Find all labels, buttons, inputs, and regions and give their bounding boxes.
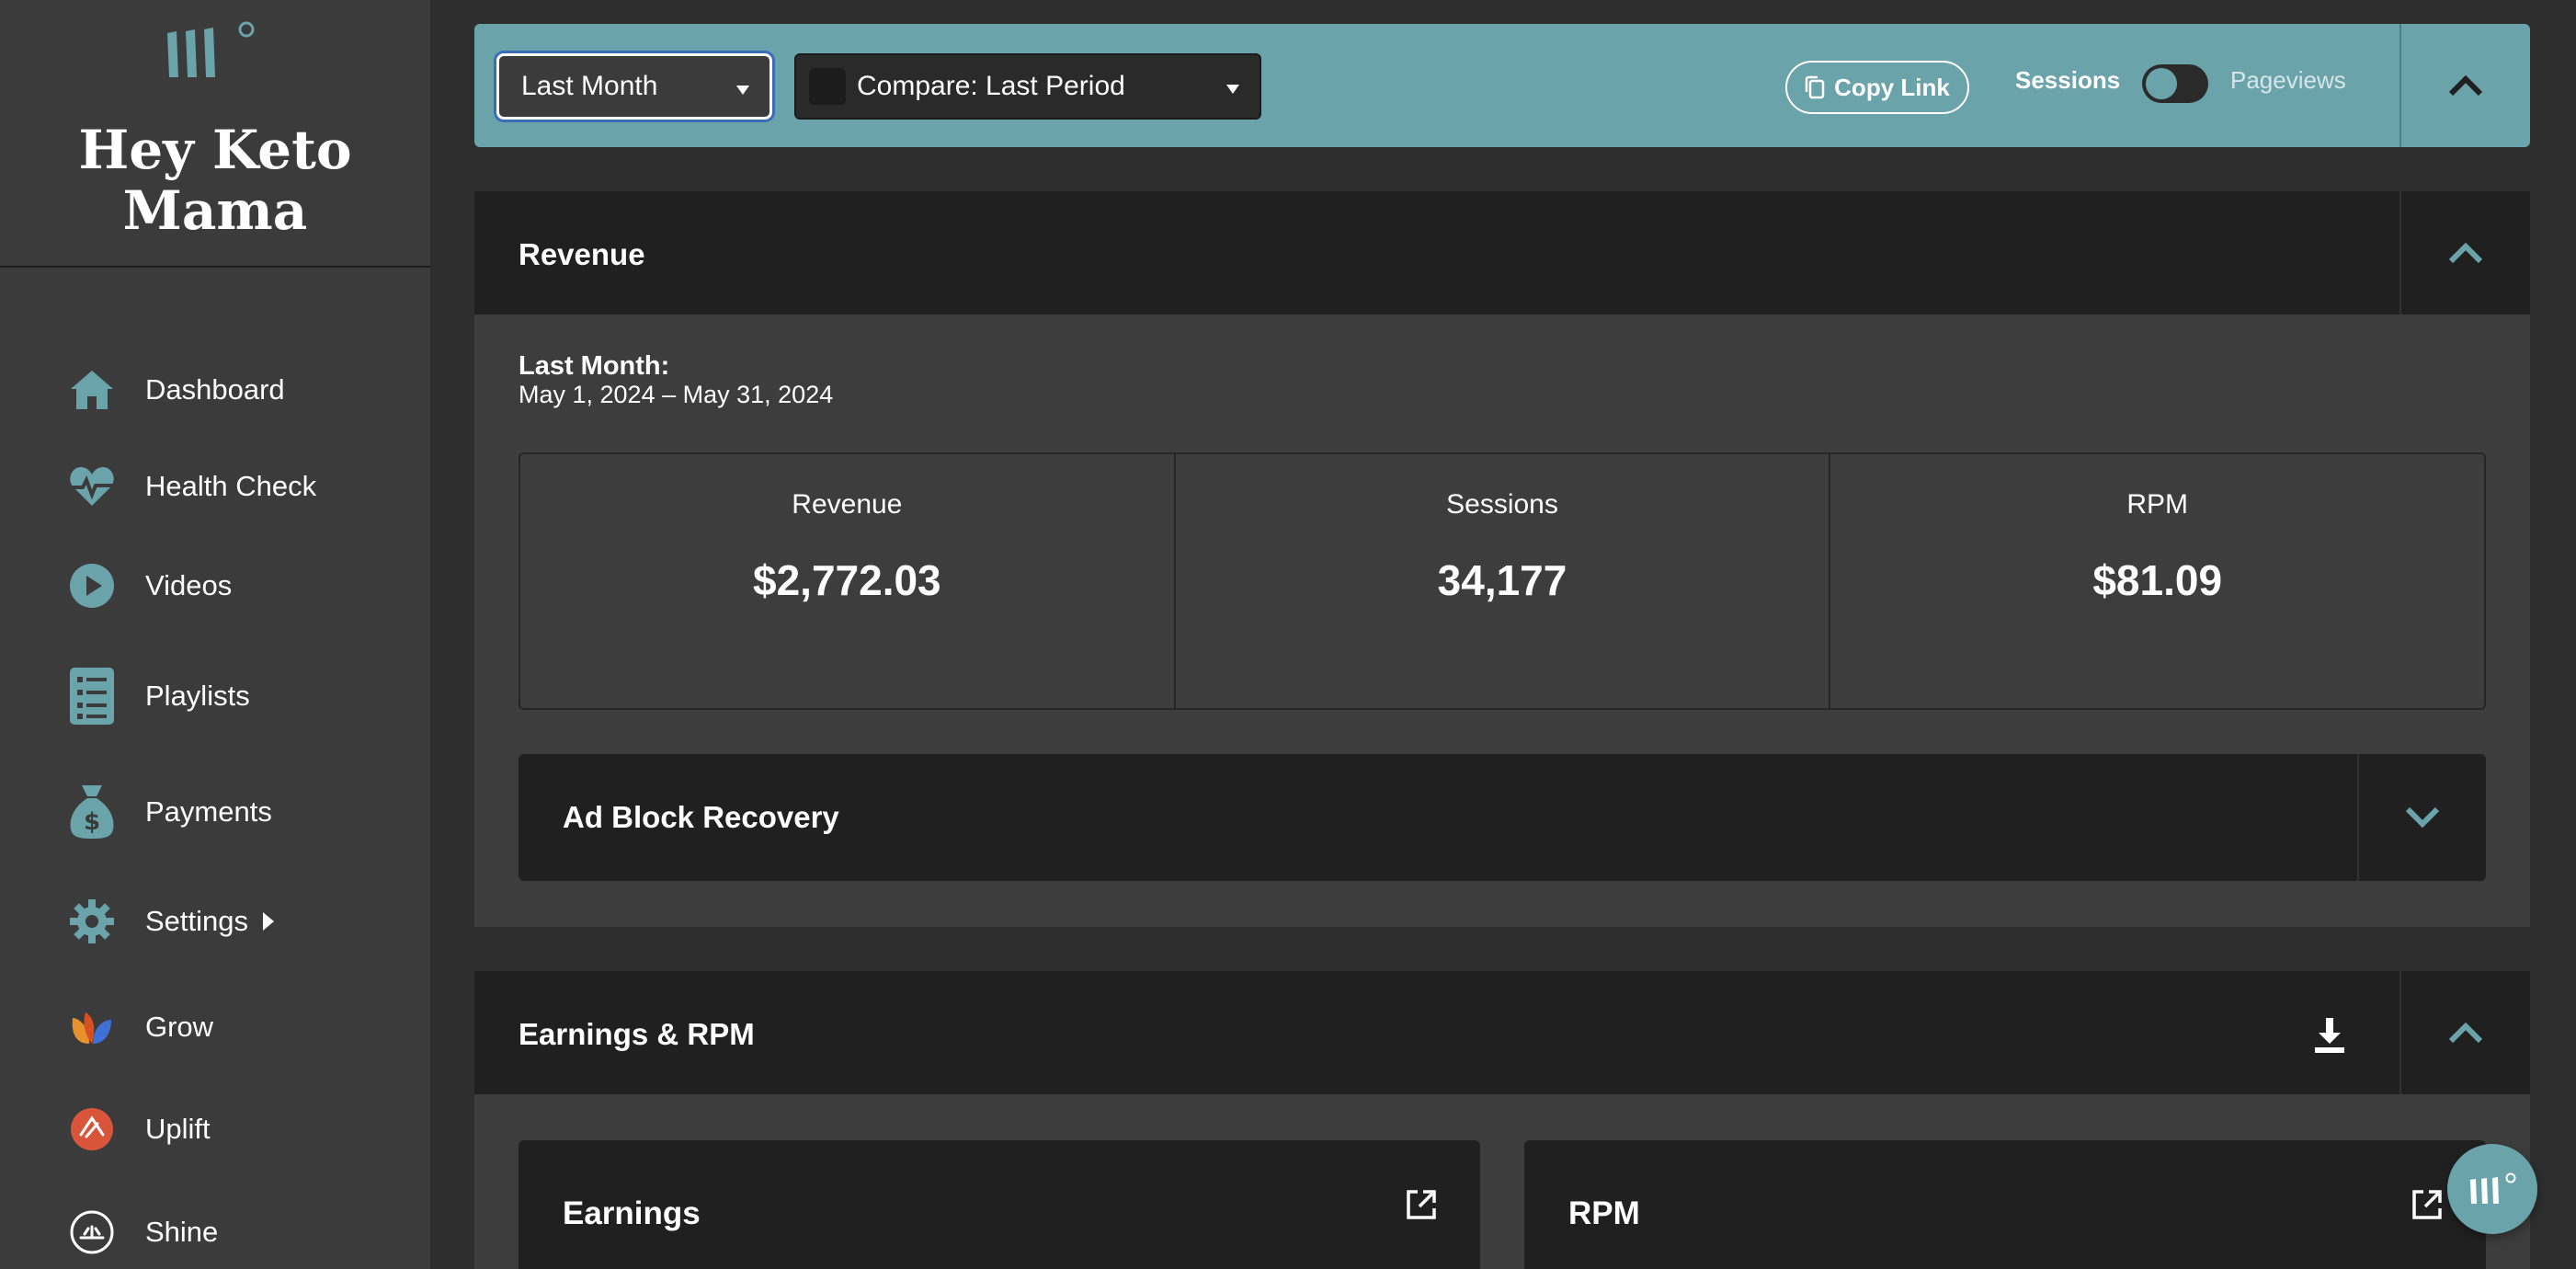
sidebar-item-settings[interactable]: Settings [66,889,416,954]
caret-right-icon [263,912,275,931]
svg-text:$: $ [84,808,100,836]
sidebar-item-dashboard[interactable]: Dashboard [66,358,416,422]
period-select-value: Last Month [521,71,658,101]
shine-logo-icon [66,1206,118,1258]
sidebar-item-label: Uplift [145,1113,211,1145]
ad-block-recovery-title: Ad Block Recovery [563,800,839,834]
panel-title: Earnings & RPM [519,1017,755,1051]
panel-title: Revenue [519,237,645,271]
collapse-toolbar-button[interactable] [2401,24,2530,147]
stat-value: $2,772.03 [753,556,941,604]
copy-link-label: Copy Link [1834,73,1950,101]
sidebar-item-label: Payments [145,795,272,828]
earnings-card: Earnings [519,1140,1480,1269]
dropdown-arrow-icon [736,86,749,95]
sidebar-item-label: Videos [145,569,233,601]
sidebar-item-shine[interactable]: Shine [66,1200,416,1264]
compare-checkbox[interactable] [809,68,846,105]
gear-icon [66,896,118,947]
help-chat-button[interactable] [2447,1144,2537,1234]
heartbeat-icon [66,461,118,512]
chevron-up-icon [2448,74,2483,97]
sidebar-item-label: Shine [145,1216,219,1248]
copy-icon [1805,75,1825,99]
toggle-label-sessions: Sessions [2015,66,2121,94]
play-circle-icon [66,560,118,612]
sidebar-divider [0,266,430,268]
sidebar-item-label: Dashboard [145,373,285,406]
revenue-panel-header: Revenue [474,191,2530,314]
period-select[interactable]: Last Month [496,53,772,120]
sidebar-item-payments[interactable]: $ Payments [66,780,416,844]
compare-select-value: Compare: Last Period [857,71,1125,101]
earnings-panel-header: Earnings & RPM [474,971,2530,1094]
collapse-revenue-button[interactable] [2401,191,2530,314]
expand-ad-block-button[interactable] [2359,754,2486,881]
chevron-up-icon [2448,242,2483,264]
filter-toolbar: Last Month Compare: Last Period Copy Lin… [474,24,2530,147]
mediavine-logo-icon [2470,1172,2516,1204]
uplift-logo-icon [66,1103,118,1155]
sessions-pageviews-toggle[interactable] [2142,64,2208,103]
stat-revenue: Revenue $2,772.03 [520,454,1174,708]
sidebar: Hey Keto Mama Dashboard Health Check Vid… [0,0,430,1269]
stat-rpm: RPM $81.09 [1829,454,2484,708]
site-name: Hey Keto Mama [78,119,352,242]
sidebar-item-uplift[interactable]: Uplift [66,1097,416,1161]
sidebar-item-videos[interactable]: Videos [66,554,416,618]
sidebar-item-grow[interactable]: Grow [66,995,416,1059]
open-earnings-button[interactable] [1401,1184,1442,1225]
download-icon [2315,1018,2344,1053]
sidebar-item-playlists[interactable]: Playlists [66,664,416,728]
dropdown-arrow-icon [1226,85,1239,94]
stat-label: Revenue [792,489,903,520]
compare-select[interactable]: Compare: Last Period [794,53,1261,120]
stat-value: $81.09 [2092,556,2223,604]
rpm-card: RPM [1524,1140,2486,1269]
stat-value: 34,177 [1437,556,1567,604]
ad-block-recovery-accordion[interactable]: Ad Block Recovery [519,754,2486,881]
toggle-knob [2146,68,2177,99]
sidebar-item-label: Health Check [145,470,317,502]
chevron-down-icon [2405,806,2440,829]
card-title: Earnings [563,1195,701,1231]
external-link-icon [2412,1190,2442,1219]
period-range: May 1, 2024 – May 31, 2024 [519,381,834,408]
card-title: RPM [1568,1195,1640,1231]
stat-label: Sessions [1446,489,1558,520]
stat-sessions: Sessions 34,177 [1173,454,1829,708]
revenue-panel: Revenue Last Month: May 1, 2024 – May 31… [474,191,2530,927]
download-button[interactable] [2304,1010,2355,1061]
stat-label: RPM [2126,489,2189,520]
sidebar-item-health-check[interactable]: Health Check [66,454,416,519]
mediavine-logo-icon[interactable] [165,20,257,79]
chevron-up-icon [2448,1022,2483,1044]
money-bag-icon: $ [66,785,118,839]
grow-logo-icon [66,1001,118,1053]
checklist-icon [66,668,118,725]
earnings-rpm-panel: Earnings & RPM Earnings RPM [474,971,2530,1269]
sidebar-item-label: Playlists [145,680,250,712]
home-icon [66,364,118,416]
external-link-icon [1407,1190,1436,1219]
sidebar-item-label: Settings [145,905,249,937]
copy-link-button[interactable]: Copy Link [1785,61,1969,114]
toggle-label-pageviews: Pageviews [2230,66,2346,94]
sidebar-item-label: Grow [145,1011,214,1043]
stats-summary: Revenue $2,772.03 Sessions 34,177 RPM $8… [519,452,2486,710]
period-title: Last Month: [519,351,670,381]
open-rpm-button[interactable] [2407,1184,2447,1225]
collapse-earnings-button[interactable] [2401,971,2530,1094]
